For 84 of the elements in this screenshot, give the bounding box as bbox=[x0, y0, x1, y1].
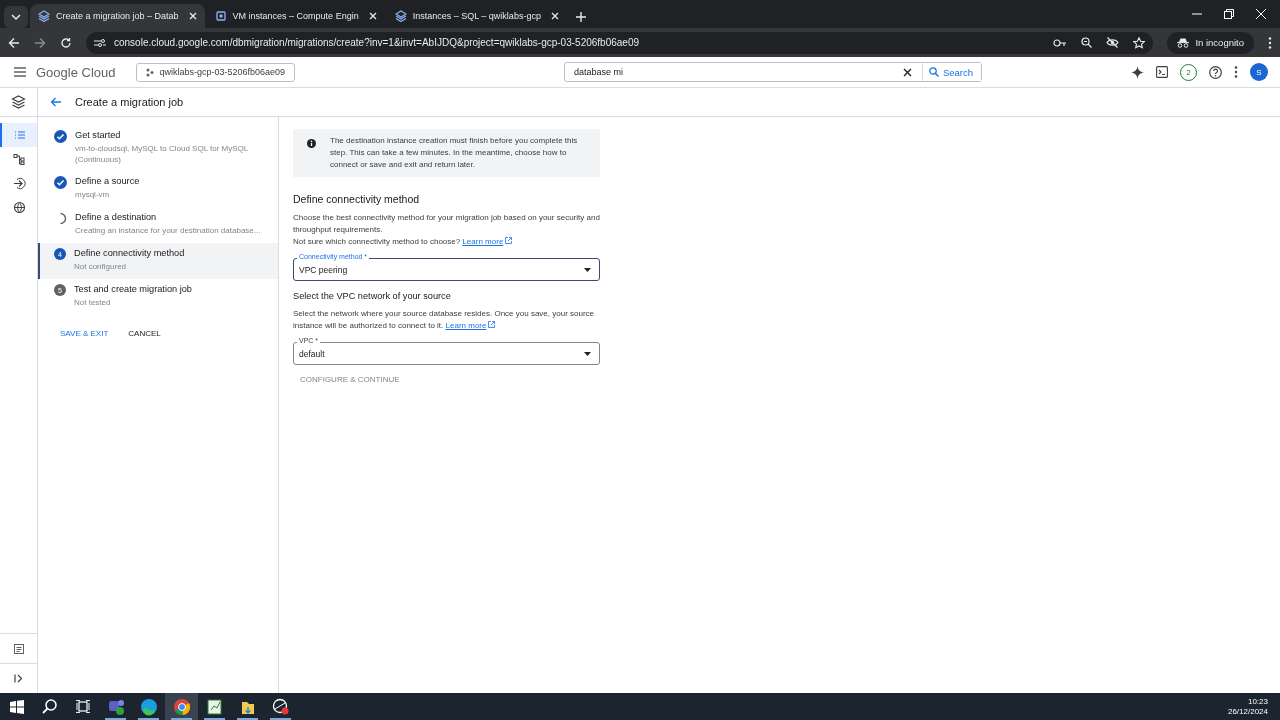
tree-icon[interactable] bbox=[13, 152, 26, 166]
external-link-icon[interactable] bbox=[488, 321, 496, 328]
step-title: Define a source bbox=[75, 176, 141, 186]
step-status: Not tested bbox=[74, 297, 112, 308]
close-icon[interactable] bbox=[188, 12, 197, 20]
info-icon bbox=[307, 139, 316, 148]
dropdown-icon bbox=[584, 267, 591, 272]
step-title: Test and create migration job bbox=[74, 284, 193, 294]
product-icon[interactable] bbox=[11, 95, 26, 109]
reload-icon[interactable] bbox=[60, 36, 72, 49]
layers-icon bbox=[38, 10, 50, 22]
more-icon[interactable] bbox=[1234, 66, 1238, 78]
info-text: The destination instance creation must finish before you complete this step. This can take a few minutes. In the meantime, choose how to connect or save and exit and return later. bbox=[330, 135, 579, 171]
help-icon[interactable] bbox=[1209, 65, 1222, 79]
notes-icon[interactable] bbox=[13, 643, 24, 654]
step-status: mysql-vm bbox=[75, 189, 111, 200]
description-text: Choose the best connectivity method for your migration job based on your security and throughput requirements. bbox=[293, 212, 600, 236]
stepper-item[interactable]: Define a source mysql-vm bbox=[38, 171, 278, 207]
browser-tab[interactable]: Instances – SQL – qwiklabs-gcp bbox=[386, 4, 567, 28]
sparkle-icon[interactable] bbox=[1131, 65, 1144, 79]
check-circle-icon bbox=[54, 130, 67, 143]
step-title: Get started bbox=[75, 130, 122, 140]
chip-icon bbox=[214, 10, 227, 22]
search-icon bbox=[928, 67, 939, 77]
step-status: vm-to-cloudsql, MySQL to Cloud SQL for MySQL (Continuous) bbox=[75, 143, 249, 165]
start-icon[interactable] bbox=[9, 699, 24, 714]
learn-more-link[interactable]: Learn more bbox=[462, 237, 504, 246]
chat-app-icon bbox=[106, 697, 125, 716]
google-cloud-logo[interactable]: Google Cloud bbox=[36, 64, 116, 80]
zoom-icon[interactable] bbox=[1081, 37, 1093, 48]
close-icon[interactable] bbox=[550, 12, 559, 20]
layers-icon bbox=[394, 10, 407, 22]
step-status: Not configured bbox=[74, 261, 128, 272]
external-link-icon[interactable] bbox=[505, 237, 513, 244]
tab-list-icon[interactable] bbox=[4, 6, 28, 28]
learn-more-link[interactable]: Learn more bbox=[445, 321, 487, 330]
step-title: Define a destination bbox=[75, 212, 158, 222]
star-icon[interactable] bbox=[1133, 36, 1146, 49]
project-picker[interactable]: qwiklabs-gcp-03-5206fb06ae09 bbox=[135, 62, 296, 82]
globe-icon[interactable] bbox=[13, 200, 26, 214]
forward-icon[interactable] bbox=[34, 36, 46, 49]
expand-icon[interactable] bbox=[13, 674, 24, 683]
search-field[interactable]: database mi Search bbox=[564, 62, 983, 82]
dropdown-icon bbox=[584, 351, 591, 356]
section-heading: Define connectivity method bbox=[293, 193, 421, 205]
address-bar[interactable]: console.cloud.google.com/dbmigration/migrations/create?inv=1&invt=AbIJDQ&project=qwiklabs-gcp-03-5206fb06ae09 bbox=[86, 31, 1154, 54]
more-icon[interactable] bbox=[1268, 36, 1272, 49]
chrome-app-icon bbox=[172, 697, 191, 716]
stepper-item[interactable]: Get started vm-to-cloudsql, MySQL to Cloud SQL for MySQL (Continuous) bbox=[38, 125, 278, 171]
search-icon[interactable] bbox=[42, 699, 57, 714]
save-exit-button[interactable]: SAVE & EXIT bbox=[60, 329, 109, 338]
browser-tab[interactable]: Create a migration job – Datab bbox=[30, 4, 205, 28]
eye-off-icon[interactable] bbox=[1106, 37, 1120, 48]
restore-icon[interactable] bbox=[1224, 9, 1234, 19]
key-icon[interactable] bbox=[1053, 37, 1068, 48]
search-button[interactable]: Search bbox=[921, 63, 982, 81]
help-text: Not sure which connectivity method to choose? Learn more bbox=[293, 236, 600, 248]
incognito-icon bbox=[1177, 37, 1190, 48]
cancel-button[interactable]: CANCEL bbox=[128, 329, 161, 338]
task-view-icon[interactable] bbox=[75, 700, 90, 713]
project-icon bbox=[145, 67, 154, 77]
terminal-icon[interactable] bbox=[1156, 66, 1168, 78]
clock[interactable]: 10:23 26/12/2024 bbox=[1227, 696, 1280, 717]
page-title: Create a migration job bbox=[75, 96, 184, 108]
stepper-item[interactable]: Define a destination Creating an instance for your destination database... bbox=[38, 207, 278, 243]
close-icon[interactable] bbox=[368, 12, 377, 20]
arrow-icon[interactable] bbox=[13, 176, 26, 190]
account-avatar[interactable]: S bbox=[1250, 63, 1268, 81]
back-icon[interactable] bbox=[50, 97, 61, 107]
section-heading: Select the VPC network of your source bbox=[293, 291, 452, 301]
menu-icon[interactable] bbox=[14, 67, 26, 77]
clock-time: 10:23 bbox=[1247, 696, 1268, 707]
check-circle-icon bbox=[54, 176, 67, 189]
clock-date: 26/12/2024 bbox=[1227, 706, 1268, 717]
step-status: Creating an instance for your destination database... bbox=[75, 225, 261, 236]
clear-icon[interactable] bbox=[902, 67, 912, 77]
browser-tab[interactable]: VM instances – Compute Engin bbox=[206, 4, 385, 28]
step-title: Define connectivity method bbox=[74, 248, 186, 258]
incognito-button[interactable]: In incognito bbox=[1167, 31, 1254, 54]
browser-app-icon bbox=[139, 697, 158, 716]
recorder-app-icon bbox=[271, 697, 290, 716]
site-settings-icon[interactable] bbox=[94, 37, 106, 48]
description-text: Select the network where your source database resides. Once you save, your source instance will be authorized to connect to it. Learn more bbox=[293, 308, 596, 332]
spreadsheet-app-icon bbox=[205, 697, 224, 716]
